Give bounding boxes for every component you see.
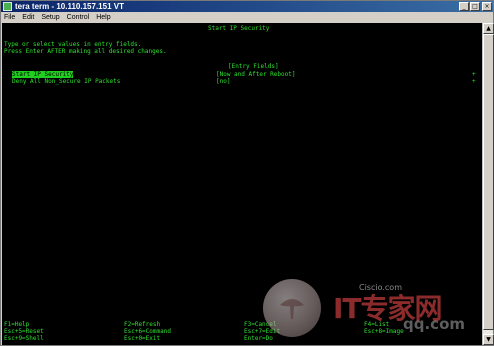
instruction-line-2: Press Enter AFTER making all desired cha…: [4, 48, 167, 55]
minimize-button[interactable]: _: [459, 2, 469, 11]
entry-fields-header: [Entry Fields]: [228, 63, 279, 70]
menu-setup[interactable]: Setup: [41, 12, 59, 23]
maximize-button[interactable]: □: [470, 2, 480, 11]
menu-help[interactable]: Help: [96, 12, 110, 23]
menu-edit[interactable]: Edit: [22, 12, 34, 23]
list-marker: +: [472, 78, 476, 85]
field-value-start-ip-security[interactable]: [Now and After Reboot]: [216, 71, 295, 78]
function-key-shell: Esc+9=Shell: [4, 335, 44, 342]
close-button[interactable]: ×: [482, 2, 492, 11]
function-key-refresh: F2=Refresh: [124, 321, 161, 328]
title-bar[interactable]: tera term - 10.110.157.151 VT _ □ ×: [1, 1, 493, 12]
scrollbar-thumb[interactable]: [483, 34, 494, 330]
window-title: tera term - 10.110.157.151 VT: [15, 2, 124, 11]
field-value-deny-non-secure[interactable]: [no]: [216, 78, 230, 85]
function-key-cancel: F3=Cancel: [244, 321, 277, 328]
tera-term-window: tera term - 10.110.157.151 VT _ □ × File…: [0, 0, 494, 346]
menu-file[interactable]: File: [4, 12, 15, 23]
scroll-down-arrow-icon[interactable]: ▼: [483, 334, 494, 345]
scroll-up-arrow-icon[interactable]: ▲: [483, 23, 494, 34]
function-key-exit: Esc+0=Exit: [124, 335, 161, 342]
list-marker: +: [472, 71, 476, 78]
menu-bar: File Edit Setup Control Help: [1, 12, 493, 23]
field-label-deny-non-secure[interactable]: Deny All Non_Secure IP Packets: [12, 78, 120, 85]
function-key-edit: Esc+7=Edit: [244, 328, 281, 335]
function-key-reset: Esc+5=Reset: [4, 328, 44, 335]
function-key-list: F4=List: [364, 321, 390, 328]
function-key-do: Enter=Do: [244, 335, 273, 342]
tera-term-app-icon: [3, 2, 12, 11]
window-controls: _ □ ×: [459, 2, 492, 11]
field-label-start-ip-security[interactable]: Start IP Security: [12, 71, 74, 78]
menu-control[interactable]: Control: [67, 12, 90, 23]
terminal-screen[interactable]: Start IP Security Type or select values …: [2, 23, 482, 345]
function-key-command: Esc+6=Command: [124, 328, 171, 335]
function-key-help: F1=Help: [4, 321, 30, 328]
screen-title: Start IP Security: [208, 25, 270, 32]
vertical-scrollbar[interactable]: ▲ ▼: [482, 23, 494, 345]
function-key-image: Esc+8=Image: [364, 328, 404, 335]
instruction-line-1: Type or select values in entry fields.: [4, 41, 142, 48]
